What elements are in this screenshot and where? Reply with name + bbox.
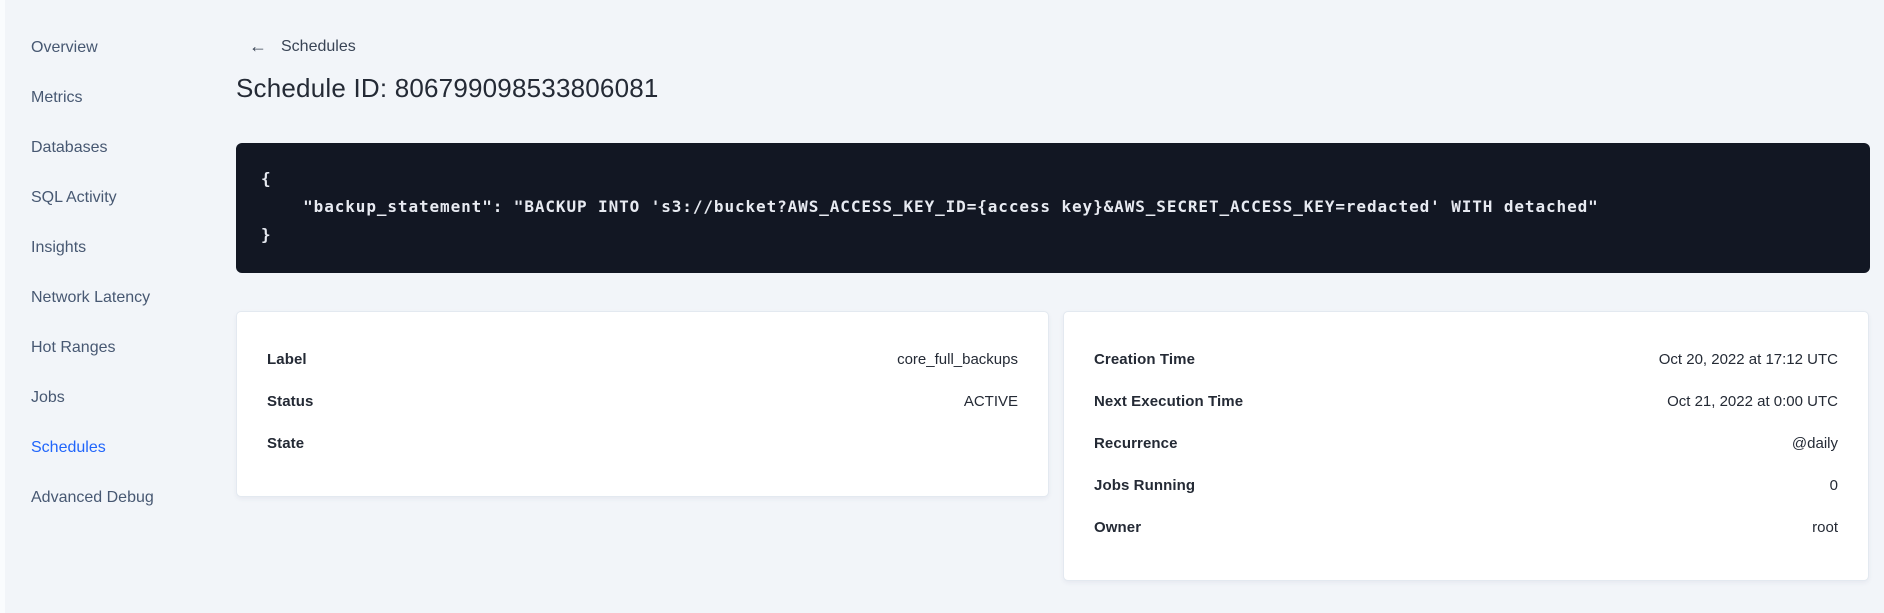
detail-row-label: Status bbox=[267, 392, 314, 410]
code-line: { bbox=[261, 169, 272, 188]
sidebar-item-label: Overview bbox=[31, 39, 98, 56]
detail-row-value: 0 bbox=[1829, 476, 1838, 494]
detail-row: Status ACTIVE bbox=[267, 380, 1018, 422]
sidebar-item[interactable]: Advanced Debug bbox=[31, 473, 201, 523]
sidebar-item-label: Metrics bbox=[31, 89, 83, 106]
detail-row: Recurrence @daily bbox=[1094, 422, 1838, 464]
code-line: "backup_statement": "BACKUP INTO 's3://b… bbox=[261, 197, 1599, 216]
schedule-timing-card: Creation Time Oct 20, 2022 at 17:12 UTC … bbox=[1063, 311, 1869, 581]
sidebar-item[interactable]: Hot Ranges bbox=[31, 323, 201, 373]
detail-row-label: Label bbox=[267, 350, 307, 368]
back-link-label: Schedules bbox=[281, 37, 356, 55]
sidebar-item-label: Schedules bbox=[31, 439, 106, 456]
sidebar-item[interactable]: Network Latency bbox=[31, 273, 201, 323]
detail-row-value: core_full_backups bbox=[897, 350, 1018, 368]
detail-row-label: Jobs Running bbox=[1094, 476, 1196, 494]
back-to-schedules-link[interactable]: ← Schedules bbox=[236, 36, 356, 57]
detail-row-label: State bbox=[267, 434, 305, 452]
backup-statement-code-block: { "backup_statement": "BACKUP INTO 's3:/… bbox=[236, 143, 1870, 273]
detail-row: Jobs Running 0 bbox=[1094, 464, 1838, 506]
schedule-details-card: Label core_full_backups Status ACTIVE St… bbox=[236, 311, 1049, 497]
main-content: ← Schedules Schedule ID: 806799098533806… bbox=[236, 0, 1870, 581]
detail-row-value: Oct 20, 2022 at 17:12 UTC bbox=[1658, 350, 1838, 368]
detail-cards-row: Label core_full_backups Status ACTIVE St… bbox=[236, 311, 1870, 581]
sidebar-item-label: Hot Ranges bbox=[31, 339, 116, 356]
sidebar-item[interactable]: Databases bbox=[31, 123, 201, 173]
detail-row: Creation Time Oct 20, 2022 at 17:12 UTC bbox=[1094, 338, 1838, 380]
detail-row-label: Next Execution Time bbox=[1094, 392, 1244, 410]
sidebar-item[interactable]: Schedules bbox=[31, 423, 201, 473]
detail-row-value: @daily bbox=[1791, 434, 1838, 452]
page-title: Schedule ID: 806799098533806081 bbox=[236, 73, 659, 103]
detail-row: State bbox=[267, 422, 1018, 464]
window-left-edge bbox=[0, 0, 5, 613]
sidebar-item[interactable]: Jobs bbox=[31, 373, 201, 423]
sidebar-item-label: SQL Activity bbox=[31, 189, 117, 206]
detail-row-value: ACTIVE bbox=[963, 392, 1018, 410]
sidebar-item-label: Databases bbox=[31, 139, 108, 156]
sidebar-item[interactable]: Overview bbox=[31, 23, 201, 73]
code-line: } bbox=[261, 225, 272, 244]
sidebar-item-label: Network Latency bbox=[31, 289, 151, 306]
sidebar-item[interactable]: Metrics bbox=[31, 73, 201, 123]
detail-row-label: Owner bbox=[1094, 518, 1142, 536]
back-arrow-icon: ← bbox=[249, 36, 267, 56]
sidebar-item[interactable]: SQL Activity bbox=[31, 173, 201, 223]
sidebar-nav: Overview Metrics Databases SQL Activity … bbox=[31, 23, 201, 523]
sidebar-item[interactable]: Insights bbox=[31, 223, 201, 273]
detail-row-value: Oct 21, 2022 at 0:00 UTC bbox=[1667, 392, 1838, 410]
sidebar-item-label: Jobs bbox=[31, 389, 65, 406]
detail-row-label: Recurrence bbox=[1094, 434, 1178, 452]
sidebar-item-label: Advanced Debug bbox=[31, 489, 154, 506]
detail-row-value: root bbox=[1812, 518, 1838, 536]
sidebar-item-label: Insights bbox=[31, 239, 87, 256]
detail-row: Next Execution Time Oct 21, 2022 at 0:00… bbox=[1094, 380, 1838, 422]
detail-row: Label core_full_backups bbox=[267, 338, 1018, 380]
detail-row-label: Creation Time bbox=[1094, 350, 1196, 368]
detail-row: Owner root bbox=[1094, 506, 1838, 548]
